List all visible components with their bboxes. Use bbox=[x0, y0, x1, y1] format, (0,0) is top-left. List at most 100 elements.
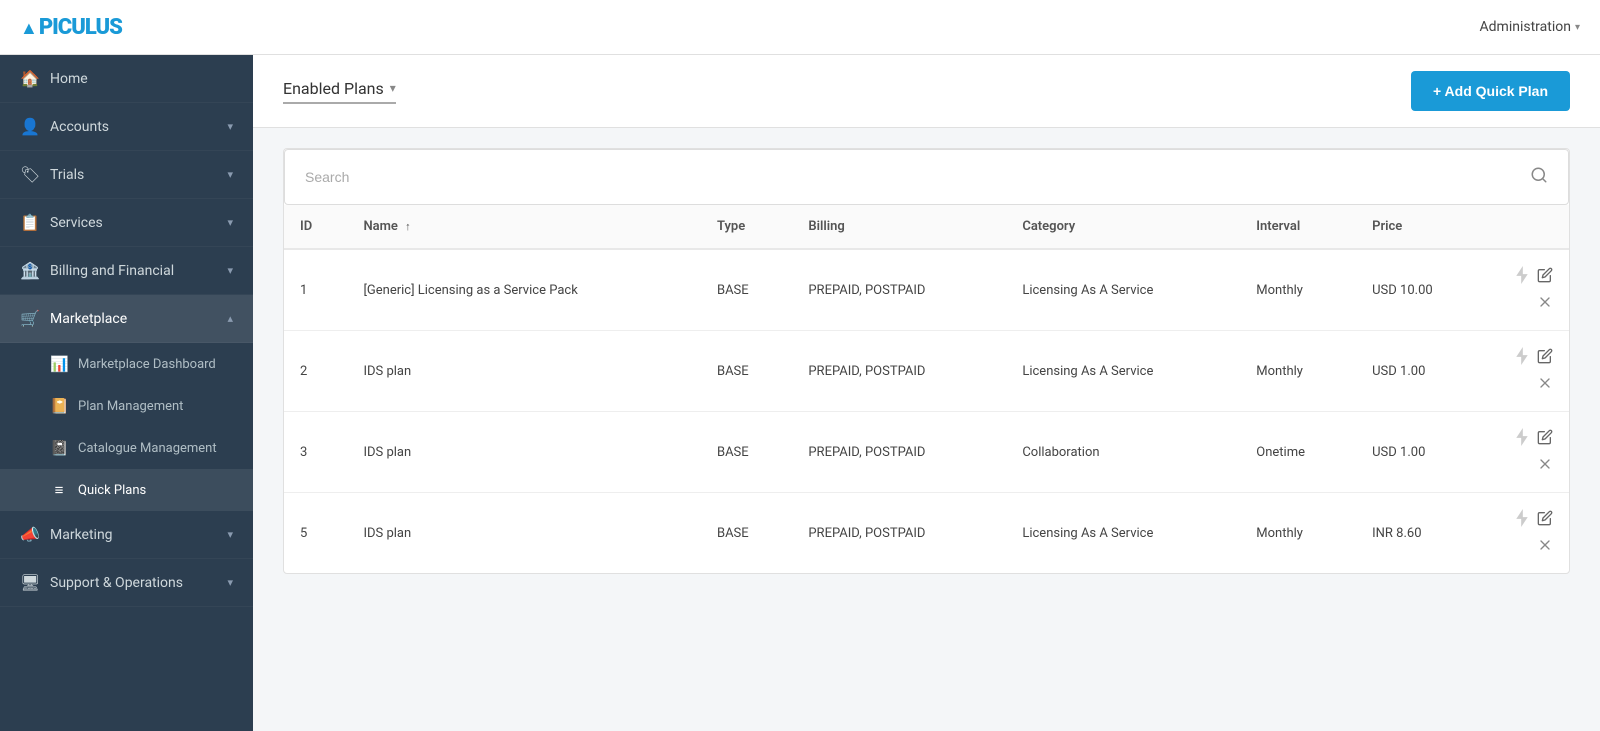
lightning-action-icon[interactable] bbox=[1515, 347, 1529, 365]
sidebar-sub-item-catalogue-management-label: Catalogue Management bbox=[78, 441, 217, 456]
sidebar-sub-item-quick-plans-label: Quick Plans bbox=[78, 483, 146, 498]
filter-dropdown[interactable]: Enabled Plans ▾ bbox=[283, 79, 396, 104]
sidebar-item-marketplace[interactable]: 🛒 Marketplace ▴ bbox=[0, 295, 253, 343]
table-header-row: ID Name ↑ Type Billing Category Interval… bbox=[284, 205, 1569, 249]
cell-type: BASE bbox=[701, 331, 792, 412]
marketplace-dashboard-icon: 📊 bbox=[50, 355, 68, 373]
sidebar-item-home[interactable]: 🏠 Home bbox=[0, 55, 253, 103]
main-content: Enabled Plans ▾ + Add Quick Plan bbox=[253, 55, 1600, 731]
filter-caret: ▾ bbox=[390, 81, 396, 95]
top-nav: ▲PICULUS Administration ▾ bbox=[0, 0, 1600, 55]
cell-actions bbox=[1489, 249, 1569, 331]
search-input[interactable] bbox=[305, 169, 1530, 185]
disable-action-icon[interactable] bbox=[1537, 294, 1553, 310]
cell-name: IDS plan bbox=[347, 331, 701, 412]
cell-name: [Generic] Licensing as a Service Pack bbox=[347, 249, 701, 331]
sidebar-item-support[interactable]: 🖥 Support & Operations ▾ bbox=[0, 559, 253, 607]
cell-billing: PREPAID, POSTPAID bbox=[792, 249, 1006, 331]
table-row: 5 IDS plan BASE PREPAID, POSTPAID Licens… bbox=[284, 493, 1569, 574]
content-header: Enabled Plans ▾ + Add Quick Plan bbox=[253, 55, 1600, 128]
cell-actions bbox=[1489, 493, 1569, 574]
cell-category: Licensing As A Service bbox=[1006, 249, 1240, 331]
accounts-caret: ▾ bbox=[227, 120, 233, 133]
edit-action-icon[interactable] bbox=[1537, 510, 1553, 526]
cell-interval: Monthly bbox=[1240, 249, 1356, 331]
cell-billing: PREPAID, POSTPAID bbox=[792, 493, 1006, 574]
filter-label: Enabled Plans bbox=[283, 79, 384, 98]
marketing-icon: 📣 bbox=[20, 525, 40, 544]
cell-category: Licensing As A Service bbox=[1006, 331, 1240, 412]
logo: ▲PICULUS bbox=[20, 15, 122, 40]
sidebar-item-support-label: Support & Operations bbox=[50, 575, 217, 591]
trials-icon: 🏷 bbox=[20, 165, 40, 184]
col-interval: Interval bbox=[1240, 205, 1356, 249]
cell-billing: PREPAID, POSTPAID bbox=[792, 412, 1006, 493]
search-bar bbox=[284, 149, 1569, 205]
catalogue-management-icon: 📓 bbox=[50, 439, 68, 457]
support-caret: ▾ bbox=[227, 576, 233, 589]
home-icon: 🏠 bbox=[20, 69, 40, 88]
disable-action-icon[interactable] bbox=[1537, 375, 1553, 391]
cell-actions bbox=[1489, 412, 1569, 493]
disable-action-icon[interactable] bbox=[1537, 537, 1553, 553]
search-icon bbox=[1530, 166, 1548, 188]
table-row: 3 IDS plan BASE PREPAID, POSTPAID Collab… bbox=[284, 412, 1569, 493]
trials-caret: ▾ bbox=[227, 168, 233, 181]
admin-dropdown[interactable]: Administration ▾ bbox=[1480, 19, 1580, 35]
sidebar-item-marketing[interactable]: 📣 Marketing ▾ bbox=[0, 511, 253, 559]
sidebar: 🏠 Home 👤 Accounts ▾ 🏷 Trials ▾ 📋 Service… bbox=[0, 55, 253, 731]
col-actions bbox=[1489, 205, 1569, 249]
lightning-action-icon[interactable] bbox=[1515, 266, 1529, 284]
cell-type: BASE bbox=[701, 493, 792, 574]
table-row: 1 [Generic] Licensing as a Service Pack … bbox=[284, 249, 1569, 331]
content-body: ID Name ↑ Type Billing Category Interval… bbox=[253, 128, 1600, 594]
col-name[interactable]: Name ↑ bbox=[347, 205, 701, 249]
cell-type: BASE bbox=[701, 412, 792, 493]
col-category: Category bbox=[1006, 205, 1240, 249]
cell-interval: Monthly bbox=[1240, 331, 1356, 412]
cell-price: INR 8.60 bbox=[1356, 493, 1489, 574]
cell-interval: Onetime bbox=[1240, 412, 1356, 493]
edit-action-icon[interactable] bbox=[1537, 348, 1553, 364]
sidebar-item-marketplace-label: Marketplace bbox=[50, 311, 217, 327]
sidebar-sub-item-quick-plans[interactable]: ≡ Quick Plans bbox=[0, 469, 253, 511]
marketplace-icon: 🛒 bbox=[20, 309, 40, 328]
disable-action-icon[interactable] bbox=[1537, 456, 1553, 472]
edit-action-icon[interactable] bbox=[1537, 267, 1553, 283]
sidebar-sub-item-catalogue-management[interactable]: 📓 Catalogue Management bbox=[0, 427, 253, 469]
col-price: Price bbox=[1356, 205, 1489, 249]
sort-arrow-name: ↑ bbox=[405, 220, 411, 233]
logo-text: ▲PICULUS bbox=[20, 15, 122, 40]
sidebar-item-billing-label: Billing and Financial bbox=[50, 263, 217, 279]
sidebar-item-home-label: Home bbox=[50, 71, 233, 87]
quick-plans-icon: ≡ bbox=[50, 481, 68, 499]
marketing-caret: ▾ bbox=[227, 528, 233, 541]
table-container: ID Name ↑ Type Billing Category Interval… bbox=[283, 148, 1570, 574]
sidebar-item-accounts-label: Accounts bbox=[50, 119, 217, 135]
lightning-action-icon[interactable] bbox=[1515, 509, 1529, 527]
sidebar-item-trials[interactable]: 🏷 Trials ▾ bbox=[0, 151, 253, 199]
col-type: Type bbox=[701, 205, 792, 249]
cell-type: BASE bbox=[701, 249, 792, 331]
sidebar-item-accounts[interactable]: 👤 Accounts ▾ bbox=[0, 103, 253, 151]
plan-management-icon: 📔 bbox=[50, 397, 68, 415]
cell-id: 3 bbox=[284, 412, 347, 493]
cell-price: USD 10.00 bbox=[1356, 249, 1489, 331]
lightning-action-icon[interactable] bbox=[1515, 428, 1529, 446]
cell-id: 2 bbox=[284, 331, 347, 412]
sidebar-sub-item-marketplace-dashboard-label: Marketplace Dashboard bbox=[78, 357, 216, 372]
cell-actions bbox=[1489, 331, 1569, 412]
sidebar-item-trials-label: Trials bbox=[50, 167, 217, 183]
sidebar-sub-item-plan-management[interactable]: 📔 Plan Management bbox=[0, 385, 253, 427]
sidebar-item-billing[interactable]: 🏦 Billing and Financial ▾ bbox=[0, 247, 253, 295]
add-plan-label: + Add Quick Plan bbox=[1433, 83, 1548, 99]
cell-price: USD 1.00 bbox=[1356, 331, 1489, 412]
add-quick-plan-button[interactable]: + Add Quick Plan bbox=[1411, 71, 1570, 111]
cell-category: Licensing As A Service bbox=[1006, 493, 1240, 574]
sidebar-sub-item-marketplace-dashboard[interactable]: 📊 Marketplace Dashboard bbox=[0, 343, 253, 385]
cell-id: 1 bbox=[284, 249, 347, 331]
sidebar-item-services[interactable]: 📋 Services ▾ bbox=[0, 199, 253, 247]
edit-action-icon[interactable] bbox=[1537, 429, 1553, 445]
col-id: ID bbox=[284, 205, 347, 249]
accounts-icon: 👤 bbox=[20, 117, 40, 136]
